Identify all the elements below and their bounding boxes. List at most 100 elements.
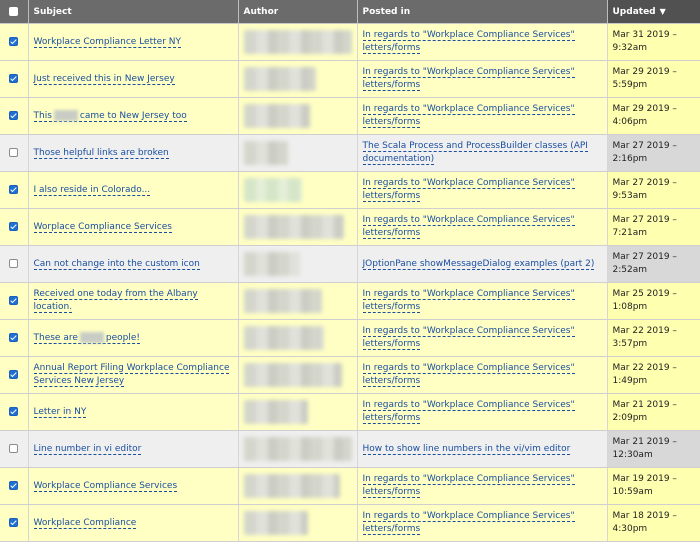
row-select-checkbox[interactable] <box>9 221 19 231</box>
subject-text: Those helpful links are broken <box>33 147 169 158</box>
subject-text: came to New Jersey too <box>79 110 187 121</box>
select-all-header[interactable] <box>0 0 29 24</box>
posted-in-link-line2[interactable]: letters/forms <box>362 487 421 498</box>
row-select-checkbox[interactable] <box>9 147 19 157</box>
row-select-checkbox[interactable] <box>9 184 19 194</box>
column-header-updated[interactable]: Updated ▼ <box>607 0 700 24</box>
row-select-checkbox[interactable] <box>9 369 19 379</box>
row-select-checkbox[interactable] <box>9 443 19 453</box>
select-all-checkbox[interactable] <box>9 6 19 16</box>
posted-in-link[interactable]: In regards to "Workplace Compliance Serv… <box>362 178 575 189</box>
subject-link[interactable]: Annual Report Filing Workplace Complianc… <box>33 363 230 387</box>
row-select-cell[interactable] <box>0 97 29 135</box>
row-select-checkbox[interactable] <box>9 517 19 527</box>
row-select-checkbox[interactable] <box>9 480 19 490</box>
redacted-text <box>79 331 104 343</box>
author-redacted <box>243 289 322 313</box>
posted-in-link[interactable]: How to show line numbers in the vi/vim e… <box>362 443 571 455</box>
author-cell <box>238 23 358 61</box>
posted-in-link[interactable]: In regards to "Workplace Compliance Serv… <box>362 215 575 226</box>
row-select-cell[interactable] <box>0 282 29 320</box>
subject-link[interactable]: Received one today from the Albany locat… <box>33 289 198 313</box>
subject-cell: Those helpful links are broken <box>28 134 239 172</box>
posted-in-link-line2[interactable]: letters/forms <box>362 339 421 350</box>
posted-in-link-line2[interactable]: letters/forms <box>362 43 421 54</box>
posted-in-link[interactable]: In regards to "Workplace Compliance Serv… <box>362 30 575 41</box>
row-select-cell[interactable] <box>0 393 29 431</box>
posted-in-text: In regards to "Workplace Compliance Serv… <box>362 363 575 373</box>
subject-text: These are <box>33 332 78 343</box>
posted-in-text: In regards to "Workplace Compliance Serv… <box>362 30 575 40</box>
row-select-cell[interactable] <box>0 208 29 246</box>
row-select-cell[interactable] <box>0 504 29 542</box>
subject-link[interactable]: This came to New Jersey too <box>33 109 187 122</box>
updated-date: Mar 18 2019 – <box>612 511 677 521</box>
posted-in-link-line2[interactable]: letters/forms <box>362 191 421 202</box>
author-redacted <box>243 67 316 91</box>
posted-in-link[interactable]: In regards to "Workplace Compliance Serv… <box>362 289 575 300</box>
posted-in-link[interactable]: The Scala Process and ProcessBuilder cla… <box>362 141 588 152</box>
subject-link[interactable]: I also reside in Colorado... <box>33 184 151 196</box>
posted-in-link-line2[interactable]: letters/forms <box>362 228 421 239</box>
subject-link[interactable]: Line number in vi editor <box>33 443 142 455</box>
column-header-posted-in[interactable]: Posted in <box>357 0 608 24</box>
updated-time: 12:30am <box>612 450 653 460</box>
subject-link[interactable]: These are people! <box>33 331 141 344</box>
subject-link[interactable]: Just received this in New Jersey <box>33 73 175 85</box>
row-select-checkbox[interactable] <box>9 36 19 46</box>
table-row: Workplace Compliance Services In regards … <box>0 467 700 505</box>
posted-in-text-line2: letters/forms <box>362 191 421 201</box>
posted-in-link[interactable]: In regards to "Workplace Compliance Serv… <box>362 474 575 485</box>
subject-link[interactable]: Can not change into the custom icon <box>33 258 200 270</box>
row-select-cell[interactable] <box>0 430 29 468</box>
row-select-cell[interactable] <box>0 467 29 505</box>
posted-in-link[interactable]: In regards to "Workplace Compliance Serv… <box>362 326 575 337</box>
row-select-checkbox[interactable] <box>9 406 19 416</box>
row-select-checkbox[interactable] <box>9 258 19 268</box>
author-redacted <box>243 511 308 535</box>
subject-link[interactable]: Workplace Compliance Services <box>33 480 178 492</box>
updated-cell: Mar 25 2019 – 1:08pm <box>607 282 700 320</box>
sort-descending-icon[interactable]: ▼ <box>660 7 666 16</box>
posted-in-link-line2[interactable]: letters/forms <box>362 117 421 128</box>
table-row: I also reside in Colorado... In regards t… <box>0 171 700 209</box>
subject-cell: Line number in vi editor <box>28 430 239 468</box>
row-select-cell[interactable] <box>0 134 29 172</box>
row-select-checkbox[interactable] <box>9 295 19 305</box>
subject-link[interactable]: Those helpful links are broken <box>33 147 169 159</box>
subject-link[interactable]: Workplace Compliance Letter NY <box>33 36 181 48</box>
posted-in-link[interactable]: In regards to "Workplace Compliance Serv… <box>362 511 575 522</box>
row-select-checkbox[interactable] <box>9 332 19 342</box>
posted-in-link[interactable]: In regards to "Workplace Compliance Serv… <box>362 67 575 78</box>
column-header-subject[interactable]: Subject <box>28 0 239 24</box>
column-header-author[interactable]: Author <box>238 0 358 24</box>
table-row: Just received this in New Jersey In regar… <box>0 60 700 98</box>
row-select-cell[interactable] <box>0 60 29 98</box>
subject-link[interactable]: Letter in NY <box>33 406 87 418</box>
subject-link[interactable]: Workplace Compliance <box>33 517 137 529</box>
posted-in-link-line2[interactable]: letters/forms <box>362 413 421 424</box>
subject-link[interactable]: Worplace Compliance Services <box>33 221 172 233</box>
posted-in-link[interactable]: In regards to "Workplace Compliance Serv… <box>362 363 575 374</box>
author-cell <box>238 356 358 394</box>
posted-in-link-line2[interactable]: letters/forms <box>362 302 421 313</box>
posted-in-link-line2[interactable]: letters/forms <box>362 80 421 91</box>
row-select-cell[interactable] <box>0 23 29 61</box>
row-select-cell[interactable] <box>0 171 29 209</box>
posted-in-link[interactable]: JOptionPane showMessageDialog examples (… <box>362 258 595 270</box>
row-select-cell[interactable] <box>0 356 29 394</box>
posted-in-link-line2[interactable]: letters/forms <box>362 376 421 387</box>
posted-in-link[interactable]: In regards to "Workplace Compliance Serv… <box>362 400 575 411</box>
posted-in-text-line2: letters/forms <box>362 413 421 423</box>
posted-in-link-line2[interactable]: letters/forms <box>362 524 421 535</box>
row-select-cell[interactable] <box>0 245 29 283</box>
updated-time: 7:21am <box>612 228 648 238</box>
posted-in-link-line2[interactable]: documentation) <box>362 154 435 165</box>
updated-time: 4:06pm <box>612 117 648 127</box>
posted-in-link[interactable]: In regards to "Workplace Compliance Serv… <box>362 104 575 115</box>
row-select-checkbox[interactable] <box>9 110 19 120</box>
updated-cell: Mar 27 2019 – 9:53am <box>607 171 700 209</box>
row-select-cell[interactable] <box>0 319 29 357</box>
row-select-checkbox[interactable] <box>9 73 19 83</box>
posted-in-cell: How to show line numbers in the vi/vim e… <box>357 430 608 468</box>
